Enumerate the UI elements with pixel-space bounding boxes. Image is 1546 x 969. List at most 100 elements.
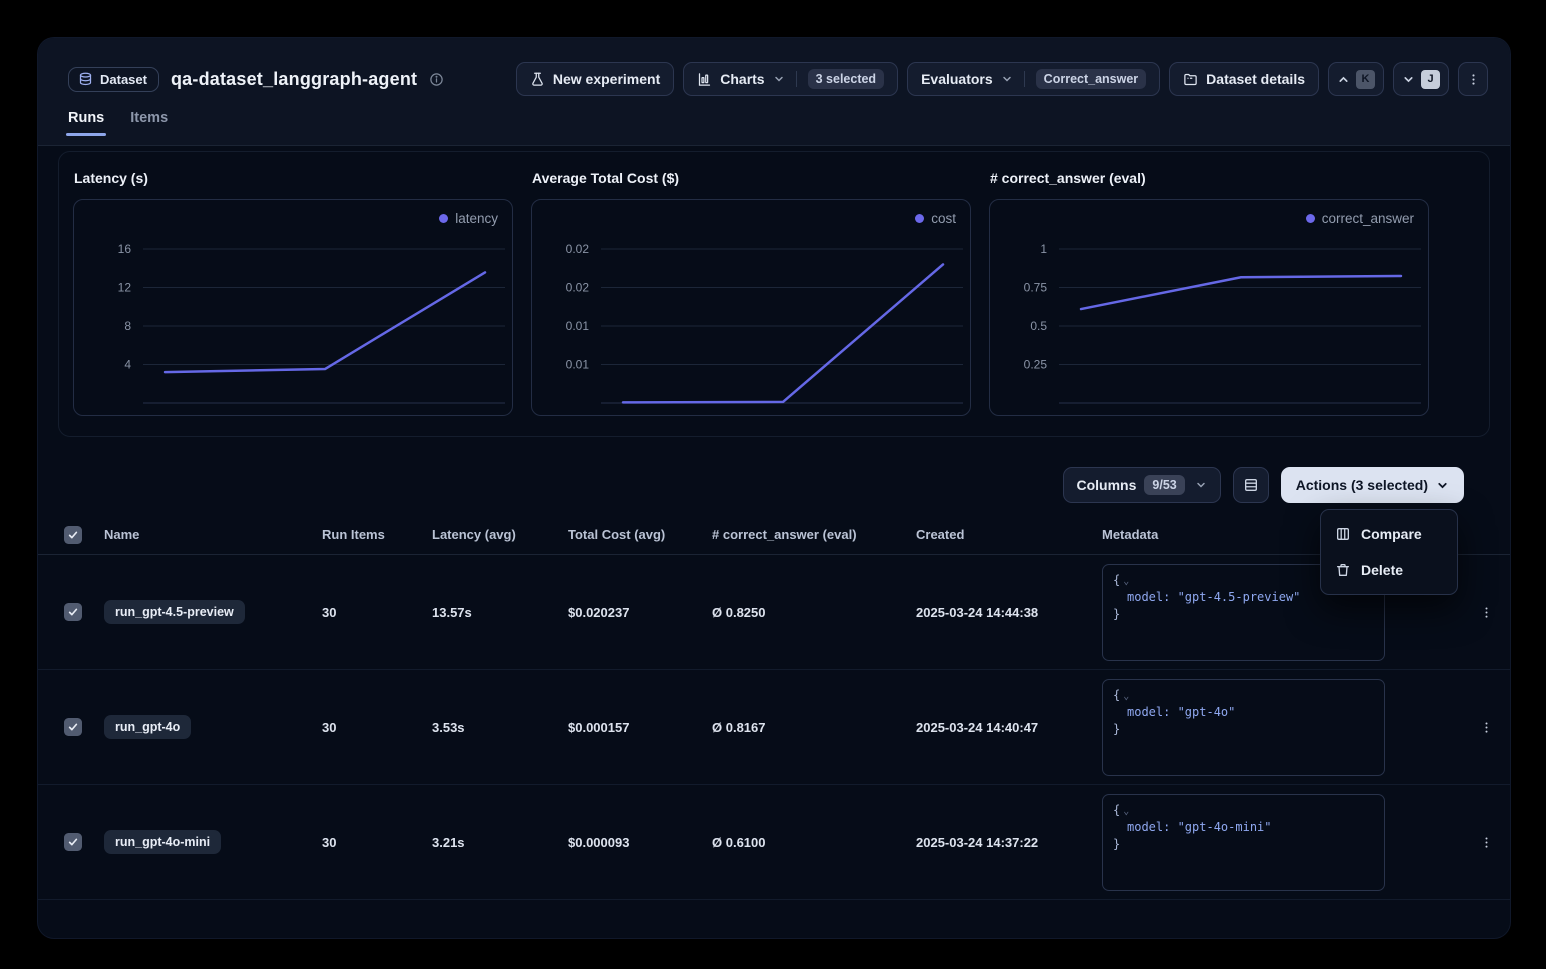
kebab-menu-icon <box>1479 720 1494 735</box>
info-icon[interactable] <box>429 72 444 87</box>
total-cost-cell: $0.000093 <box>568 835 712 850</box>
correct-answer-chart-block: # correct_answer (eval) 1 0.75 0.5 0.25 cor… <box>989 170 1429 416</box>
row-actions-button[interactable] <box>1472 713 1500 741</box>
keyboard-shortcut-k: K <box>1356 70 1375 89</box>
row-actions-button[interactable] <box>1472 598 1500 626</box>
legend-item[interactable]: correct_answer <box>1306 211 1414 226</box>
run-name-chip[interactable]: run_gpt-4o-mini <box>104 830 221 854</box>
svg-text:0.5: 0.5 <box>1030 319 1047 333</box>
tab-runs[interactable]: Runs <box>68 110 104 136</box>
json-close-brace: } <box>1113 722 1120 736</box>
latency-chart: 16 12 8 4 latency <box>73 199 513 416</box>
evaluators-label: Evaluators <box>921 71 993 87</box>
column-header-run-items[interactable]: Run Items <box>322 527 432 542</box>
menu-item-delete[interactable]: Delete <box>1327 552 1451 588</box>
run-items-cell: 30 <box>322 720 432 735</box>
svg-text:0.01: 0.01 <box>566 358 590 372</box>
created-cell: 2025-03-24 14:37:22 <box>916 835 1102 850</box>
row-checkbox[interactable] <box>64 603 82 621</box>
row-height-button[interactable] <box>1233 467 1269 503</box>
legend-item[interactable]: latency <box>439 211 498 226</box>
trash-icon <box>1335 562 1351 578</box>
prev-item-button[interactable]: K <box>1328 62 1384 96</box>
column-header-correct-answer[interactable]: # correct_answer (eval) <box>712 527 916 542</box>
svg-text:4: 4 <box>124 358 131 372</box>
actions-label: Actions (3 selected) <box>1296 477 1428 493</box>
svg-text:8: 8 <box>124 319 131 333</box>
charts-dropdown-button[interactable]: Charts 3 selected <box>683 62 898 96</box>
correct-answer-cell: Ø 0.8167 <box>712 720 916 735</box>
chevron-down-icon[interactable]: ⌄ <box>1123 691 1129 702</box>
more-options-button[interactable] <box>1458 62 1488 96</box>
metadata-json-viewer[interactable]: {⌄ model: "gpt-4o-mini" } <box>1102 794 1385 891</box>
row-checkbox[interactable] <box>64 833 82 851</box>
menu-item-compare[interactable]: Compare <box>1327 516 1451 552</box>
latency-chart-block: Latency (s) 161284 latency <box>73 170 513 416</box>
legend-item[interactable]: cost <box>915 211 956 226</box>
column-header-latency[interactable]: Latency (avg) <box>432 527 568 542</box>
check-icon <box>67 606 79 618</box>
chevron-down-icon <box>773 73 785 85</box>
new-experiment-button[interactable]: New experiment <box>516 62 674 96</box>
dataset-details-label: Dataset details <box>1206 71 1305 87</box>
table-row: run_gpt-4.5-preview 30 13.57s $0.020237 … <box>38 555 1510 670</box>
chart-title: # correct_answer (eval) <box>990 170 1429 186</box>
database-icon <box>78 72 93 87</box>
svg-text:0.25: 0.25 <box>1024 358 1048 372</box>
svg-text:0.02: 0.02 <box>566 242 590 256</box>
table-row: run_gpt-4o 30 3.53s $0.000157 Ø 0.8167 2… <box>38 670 1510 785</box>
chart-title: Average Total Cost ($) <box>532 170 971 186</box>
rows-icon <box>1243 477 1259 493</box>
correct-answer-chart-svg: 1 0.75 0.5 0.25 <box>991 201 1429 414</box>
chevron-down-icon[interactable]: ⌄ <box>1123 576 1129 587</box>
metadata-json-viewer[interactable]: {⌄ model: "gpt-4o" } <box>1102 679 1385 776</box>
svg-text:1: 1 <box>1040 242 1047 256</box>
columns-compare-icon <box>1335 526 1351 542</box>
svg-text:0.75: 0.75 <box>1024 281 1048 295</box>
check-icon <box>67 721 79 733</box>
column-header-name[interactable]: Name <box>104 527 322 542</box>
check-icon <box>67 836 79 848</box>
columns-count-badge: 9/53 <box>1144 475 1184 495</box>
title-row: Dataset qa-dataset_langgraph-agent New e… <box>68 62 1488 96</box>
correct-answer-cell: Ø 0.8250 <box>712 605 916 620</box>
tab-items[interactable]: Items <box>130 110 168 136</box>
new-experiment-label: New experiment <box>553 71 660 87</box>
column-header-total-cost[interactable]: Total Cost (avg) <box>568 527 712 542</box>
latency-cell: 13.57s <box>432 605 568 620</box>
legend-label: latency <box>455 211 498 226</box>
folder-icon <box>1183 72 1198 87</box>
runs-table: Name Run Items Latency (avg) Total Cost … <box>38 515 1510 900</box>
svg-text:0.02: 0.02 <box>566 281 590 295</box>
run-name-chip[interactable]: run_gpt-4o <box>104 715 191 739</box>
columns-label: Columns <box>1077 477 1137 493</box>
correct-answer-chart: 1 0.75 0.5 0.25 correct_answer <box>989 199 1429 416</box>
legend-dot-icon <box>915 214 924 223</box>
latency-cell: 3.53s <box>432 720 568 735</box>
svg-text:12: 12 <box>118 281 132 295</box>
dataset-details-button[interactable]: Dataset details <box>1169 62 1319 96</box>
actions-dropdown-button[interactable]: Actions (3 selected) <box>1281 467 1464 503</box>
total-cost-cell: $0.020237 <box>568 605 712 620</box>
correct-answer-cell: Ø 0.6100 <box>712 835 916 850</box>
cost-chart: 0.020.020.010.01 cost <box>531 199 971 416</box>
columns-dropdown-button[interactable]: Columns 9/53 <box>1063 467 1221 503</box>
evaluators-dropdown-button[interactable]: Evaluators Correct_answer <box>907 62 1160 96</box>
run-items-cell: 30 <box>322 835 432 850</box>
chevron-down-icon <box>1195 479 1207 491</box>
menu-item-label: Compare <box>1361 526 1422 542</box>
svg-text:16: 16 <box>118 242 132 256</box>
bar-chart-icon <box>697 72 712 87</box>
row-checkbox[interactable] <box>64 718 82 736</box>
chevron-down-icon[interactable]: ⌄ <box>1123 806 1129 817</box>
next-item-button[interactable]: J <box>1393 62 1449 96</box>
row-actions-button[interactable] <box>1472 828 1500 856</box>
column-header-created[interactable]: Created <box>916 527 1102 542</box>
dataset-type-badge: Dataset <box>68 67 159 92</box>
json-line: model: "gpt-4o" <box>1127 704 1374 721</box>
created-cell: 2025-03-24 14:44:38 <box>916 605 1102 620</box>
select-all-checkbox[interactable] <box>64 526 82 544</box>
header-actions: New experiment Charts 3 selected Evaluat… <box>516 62 1488 96</box>
json-open-brace: { <box>1113 688 1120 702</box>
run-name-chip[interactable]: run_gpt-4.5-preview <box>104 600 245 624</box>
